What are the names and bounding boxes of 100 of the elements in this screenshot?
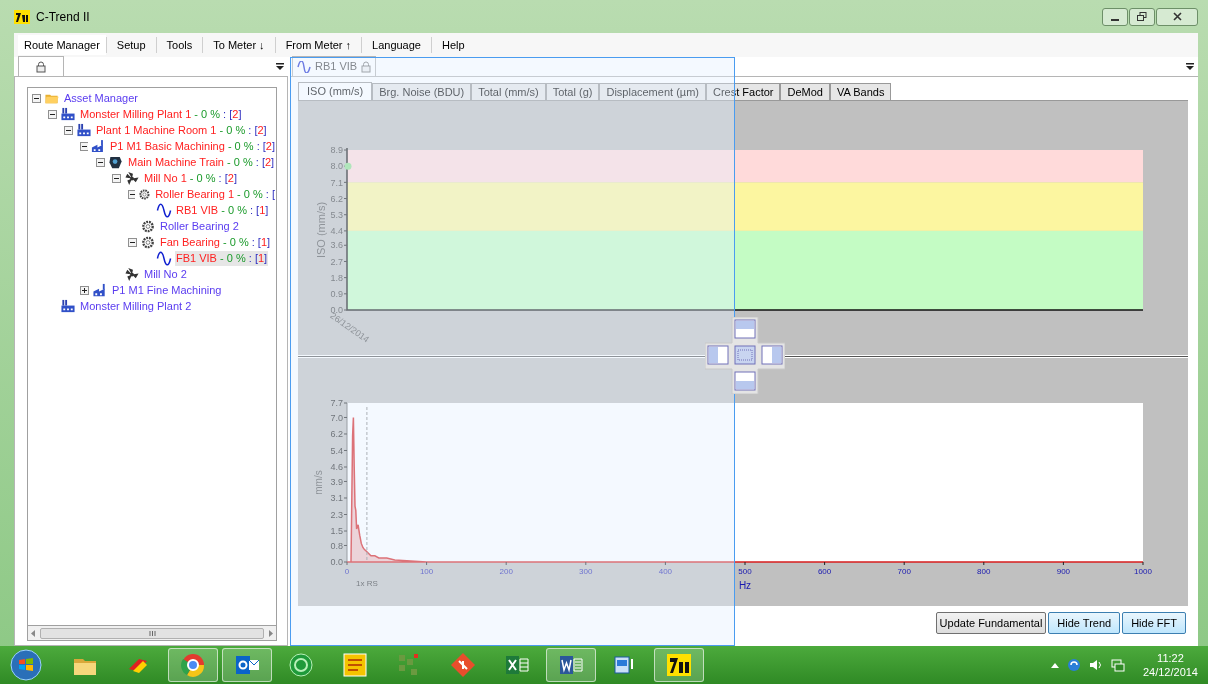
tab[interactable]: Displacement (µm) [599,83,706,100]
app-logo-icon [665,651,693,679]
axis-tick-label: 7.1 [330,177,343,188]
tab[interactable]: Total (g) [545,83,600,100]
axis-tick-label: 700 [897,567,911,576]
tab[interactable]: VA Bands [829,83,892,100]
network-icon[interactable] [1110,658,1125,672]
tree-item[interactable]: Mill No 1 - 0 % : [2] [143,170,238,186]
axis-title: ISO (mm/s) [315,201,327,259]
close-icon [1172,12,1182,21]
axis-tick-label: 100 [419,567,434,576]
collapse-icon[interactable] [112,173,121,183]
axis-tick-label: 0.8 [330,540,343,551]
list-icon [341,651,369,679]
tree-item[interactable]: RB1 VIB - 0 % : [1] [175,202,270,218]
menu-item[interactable]: From Meter ↑ [275,35,362,55]
menu-item[interactable]: Setup [106,35,156,55]
axis-tick-label: 8.9 [330,145,343,156]
axis-tick-label: 4.6 [330,462,343,473]
collapse-icon[interactable] [48,109,57,119]
tree-item[interactable]: P1 M1 Fine Machining [111,282,223,298]
gear-icon [140,218,156,234]
axis-tick-label: 7.0 [330,412,343,423]
tree-item[interactable]: Roller Bearing 1 - 0 % : [ [154,186,276,202]
axis-tick-label: 0.0 [330,557,343,568]
document-tab-label: RB1 VIB [315,59,358,75]
axis-tick-label: 1000 [1134,567,1152,576]
horizontal-scrollbar[interactable] [27,626,277,641]
collapse-icon[interactable] [96,157,105,167]
axis-tick-label: 6.2 [330,429,343,440]
tab[interactable]: Brg. Noise (BDU) [372,83,472,100]
machine-icon [108,154,124,170]
tree-item[interactable]: Plant 1 Machine Room 1 - 0 % : [2] [95,122,268,138]
axis-title: Hz [738,580,752,591]
axis-tick-label: 3.1 [330,493,343,504]
speaker-icon[interactable] [1088,659,1103,671]
taskbar-button[interactable] [654,648,704,682]
marker-label: 1x RS [356,579,378,588]
restore-icon [1137,12,1147,21]
collapse-icon[interactable] [80,141,89,151]
clock[interactable]: 11:22 24/12/2014 [1142,651,1198,679]
gear-icon [140,234,156,250]
axis-tick-label: 6.2 [330,193,343,204]
tree-item[interactable]: FB1 VIB - 0 % : [1] [175,250,269,266]
axis-tick-label: 8.0 [330,161,343,172]
scroll-left-icon[interactable] [30,629,36,637]
close-button[interactable] [1156,7,1198,26]
axis-tick-label: 600 [817,567,832,576]
menu-item[interactable]: Language [362,35,431,55]
menu-item[interactable]: Tools [156,35,203,55]
collapse-icon[interactable] [128,189,136,199]
tree-item[interactable]: Main Machine Train - 0 % : [2] [127,154,276,170]
tree-item[interactable]: Roller Bearing 2 [159,218,240,234]
document-tab[interactable]: RB1 VIB [292,56,377,76]
lock-icon [361,60,372,73]
action-button[interactable]: Update Fundamental [935,612,1047,634]
tree-item[interactable]: Fan Bearing - 0 % : [1] [159,234,272,250]
sync-icon[interactable] [1066,658,1081,672]
collapse-icon[interactable] [128,237,137,247]
grip-icon [148,630,156,636]
restore-button[interactable] [1129,7,1155,26]
action-button[interactable]: Hide Trend [1048,612,1121,634]
tab[interactable]: DeMod [780,83,830,100]
tab[interactable]: Total (mm/s) [471,83,546,100]
axis-tick-label: 5.4 [330,445,343,456]
show-hidden-icons[interactable] [1050,662,1059,668]
panel-menu-icon[interactable] [276,63,284,70]
menu-item[interactable]: Help [432,35,475,55]
axis-tick-label: 2.7 [330,256,343,267]
clock-date: 24/12/2014 [1142,665,1198,679]
globe-icon [179,651,207,679]
axis-tick-label: 500 [738,567,752,576]
axis-tick-label: 400 [658,567,673,576]
axis-tick-label: 900 [1056,567,1071,576]
tree-item[interactable]: Mill No 2 [143,266,188,282]
factory-icon [91,138,106,154]
factory-icon [92,282,108,298]
axis-title: mm/s [313,470,324,495]
collapse-icon[interactable] [64,125,73,135]
clock-time: 11:22 [1157,651,1184,665]
disc-icon [287,651,315,679]
axis-tick-label: 0.9 [330,289,343,299]
waveform-icon [156,202,172,218]
lock-tab[interactable] [18,56,64,76]
minimize-button[interactable] [1102,7,1128,26]
action-button[interactable]: Hide FFT [1122,612,1186,634]
app-logo-icon [14,9,30,24]
panel-menu-icon[interactable] [1186,63,1194,70]
tab[interactable]: ISO (mm/s) [298,82,373,100]
tree-item[interactable]: Monster Milling Plant 2 [79,298,193,314]
tree-item[interactable]: P1 M1 Basic Machining - 0 % : [2] [108,138,276,154]
factory-icon [60,298,76,314]
collapse-icon[interactable] [32,93,41,103]
axis-tick-label: 0 [344,567,350,576]
tree-item[interactable]: Asset Manager [63,90,139,106]
scroll-right-icon[interactable] [268,629,274,637]
menu-item[interactable]: To Meter ↓ [203,35,275,55]
tree-item[interactable]: Monster Milling Plant 1 - 0 % : [2] [79,106,243,122]
menu-item[interactable]: Route Manager [18,35,106,55]
expand-icon[interactable] [80,285,89,295]
